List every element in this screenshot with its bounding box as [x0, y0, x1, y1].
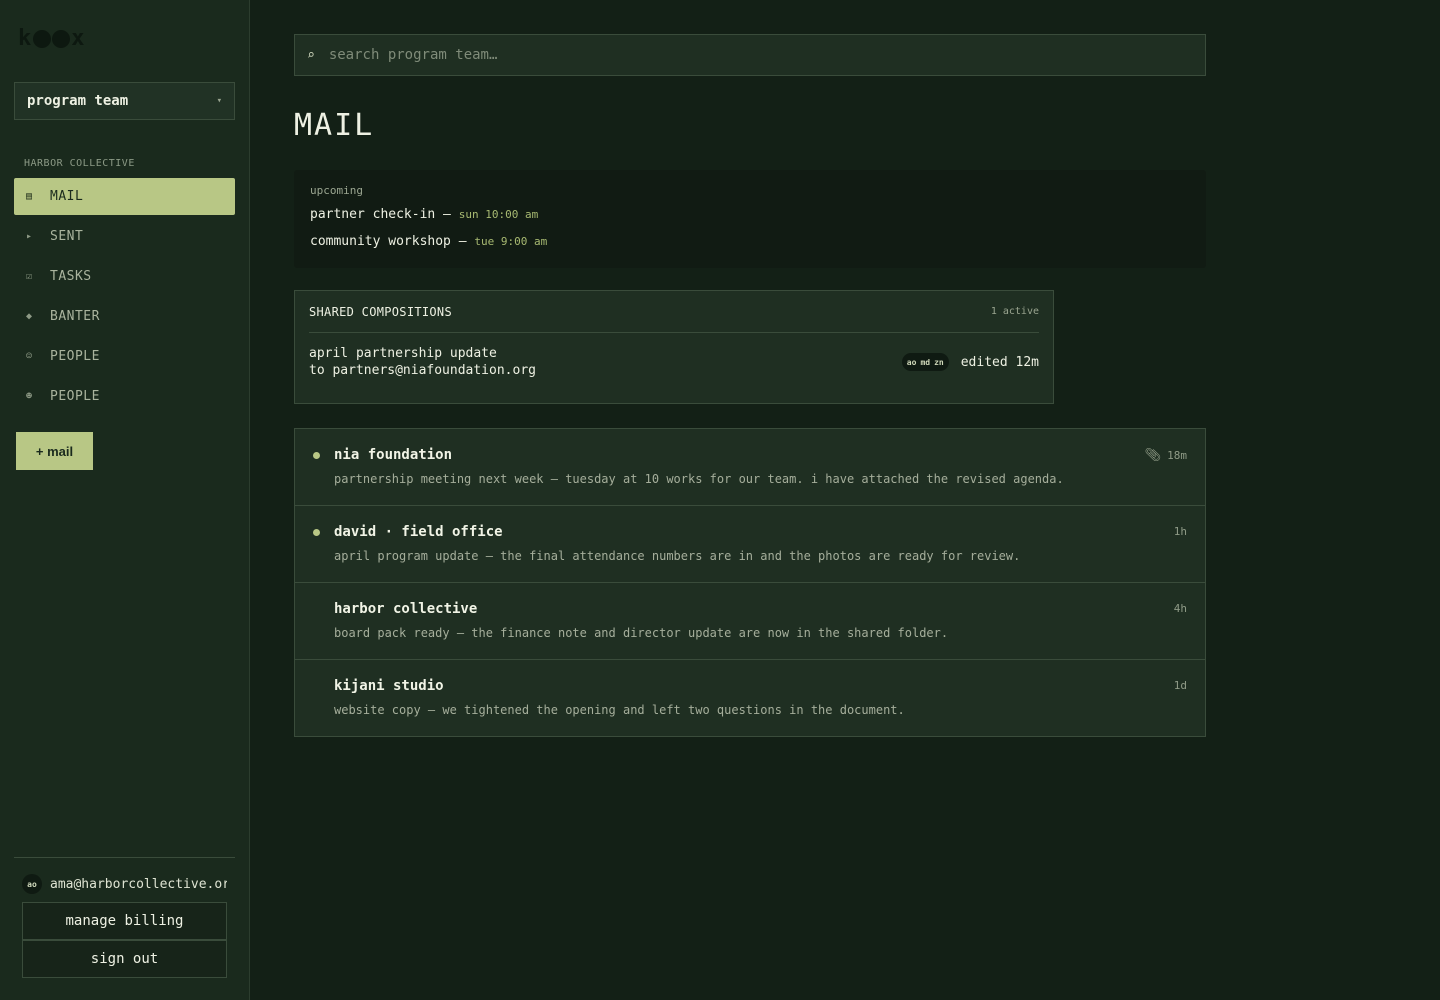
event-time: tue 9:00 am: [474, 235, 548, 248]
sign-out-button[interactable]: sign out: [22, 940, 227, 978]
shared-composition-item[interactable]: april partnership update to partners@nia…: [309, 345, 1039, 379]
message-preview: website copy — we tightened the opening …: [334, 703, 905, 717]
composition-recipient: to partners@niafoundation.org: [309, 363, 536, 378]
message-time: 1d: [1173, 679, 1187, 692]
main-content: ⌕ MAIL upcoming partner check-in — sun 1…: [250, 0, 1440, 1000]
sidebar-item-banter[interactable]: ◆ BANTER: [14, 298, 235, 335]
search-bar: ⌕: [294, 34, 1206, 76]
message-sender: harbor collective: [334, 601, 478, 617]
diamond-icon: ◆: [26, 311, 33, 322]
chevron-down-icon: ▾: [216, 96, 222, 106]
message-preview: april program update — the final attenda…: [334, 549, 1021, 563]
sidebar-nav: ▤ MAIL ▸ SENT ☑ TASKS ◆ BANTER ☺ PEOPLE …: [14, 178, 235, 418]
manage-billing-button[interactable]: manage billing: [22, 902, 227, 940]
sidebar-item-people[interactable]: ☺ PEOPLE: [14, 338, 235, 375]
logo-letter-right: x: [71, 26, 86, 51]
message-row[interactable]: david · field office april program updat…: [295, 506, 1205, 583]
smiley-icon: ☺: [26, 351, 33, 362]
event-title: community workshop —: [310, 234, 467, 249]
message-meta: 1h: [1174, 525, 1187, 538]
sidebar-item-tasks[interactable]: ☑ TASKS: [14, 258, 235, 295]
sidebar-item-label: PEOPLE: [50, 349, 100, 364]
logo-dot: [52, 29, 71, 48]
unread-dot-icon: [313, 452, 320, 459]
sidebar-item-label: SENT: [50, 229, 84, 244]
shared-title: SHARED COMPOSITIONS: [309, 304, 452, 319]
message-preview: board pack ready — the finance note and …: [334, 626, 949, 640]
app: k x program team ▾ HARBOR COLLECTIVE ▤ M…: [0, 0, 1440, 1000]
checkbox-icon: ☑: [26, 271, 33, 282]
inbox-icon: ▤: [26, 191, 33, 202]
logo: k x: [18, 26, 86, 51]
shared-count: 1 active: [990, 306, 1039, 317]
sidebar-item-mail[interactable]: ▤ MAIL: [14, 178, 235, 215]
message-meta: 4h: [1174, 602, 1187, 615]
sidebar-item-people-2[interactable]: ☻ PEOPLE: [14, 378, 235, 415]
message-time: 1h: [1173, 525, 1187, 538]
account-email: ama@harborcollective.org: [50, 876, 227, 892]
org-label: HARBOR COLLECTIVE: [24, 158, 135, 169]
sidebar: k x program team ▾ HARBOR COLLECTIVE ▤ M…: [0, 0, 250, 1000]
event-time: sun 10:00 am: [458, 208, 539, 221]
logo-dot: [33, 29, 52, 48]
message-preview: partnership meeting next week — tuesday …: [334, 472, 1064, 486]
search-input[interactable]: [328, 47, 1205, 63]
person-icon: ☻: [26, 391, 33, 402]
message-list: nia foundation partnership meeting next …: [294, 428, 1206, 737]
avatar: ao: [22, 874, 42, 894]
message-meta: 📎︎ 18m: [1145, 448, 1187, 463]
message-sender: david · field office: [334, 524, 503, 540]
team-select[interactable]: program team ▾: [14, 82, 235, 120]
sidebar-item-label: PEOPLE: [50, 389, 100, 404]
composition-edited: edited 12m: [960, 354, 1039, 370]
team-select-value: program team: [27, 93, 129, 109]
page-title: MAIL: [294, 108, 375, 143]
message-time: 4h: [1173, 602, 1187, 615]
composition-info: april partnership update to partners@nia…: [309, 345, 536, 379]
message-row[interactable]: harbor collective board pack ready — the…: [295, 583, 1205, 660]
upcoming-event[interactable]: partner check-in — sun 10:00 am: [310, 207, 1190, 222]
avatar: ao: [906, 357, 917, 367]
sidebar-item-sent[interactable]: ▸ SENT: [14, 218, 235, 255]
upcoming-event[interactable]: community workshop — tue 9:00 am: [310, 234, 1190, 249]
compose-mail-button[interactable]: + mail: [16, 432, 93, 470]
composition-subject: april partnership update: [309, 346, 497, 361]
upcoming-panel: upcoming partner check-in — sun 10:00 am…: [294, 170, 1206, 268]
sidebar-item-label: TASKS: [50, 269, 92, 284]
shared-compositions: SHARED COMPOSITIONS 1 active april partn…: [294, 290, 1054, 404]
avatar: zn: [934, 357, 944, 367]
send-icon: ▸: [26, 231, 33, 242]
event-title: partner check-in —: [310, 207, 451, 222]
message-sender: nia foundation: [334, 447, 453, 463]
composition-meta: ao md zn edited 12m: [901, 353, 1039, 371]
logo-letter-left: k: [18, 26, 33, 51]
account: ao ama@harborcollective.org: [22, 874, 227, 894]
sidebar-item-label: BANTER: [50, 309, 100, 324]
shared-header: SHARED COMPOSITIONS 1 active: [309, 291, 1039, 333]
message-row[interactable]: nia foundation partnership meeting next …: [295, 429, 1205, 506]
search-icon: ⌕: [307, 47, 315, 63]
avatar: md: [920, 357, 931, 367]
upcoming-label: upcoming: [310, 184, 363, 197]
message-row[interactable]: kijani studio website copy — we tightene…: [295, 660, 1205, 736]
message-time: 18m: [1167, 449, 1187, 462]
message-meta: 1d: [1174, 679, 1187, 692]
collaborator-avatars: ao md zn: [901, 353, 949, 371]
message-sender: kijani studio: [334, 678, 444, 694]
unread-dot-icon: [313, 529, 320, 536]
paperclip-icon: 📎︎: [1144, 448, 1162, 463]
sidebar-footer: ao ama@harborcollective.org manage billi…: [14, 857, 235, 978]
sidebar-item-label: MAIL: [50, 189, 84, 204]
